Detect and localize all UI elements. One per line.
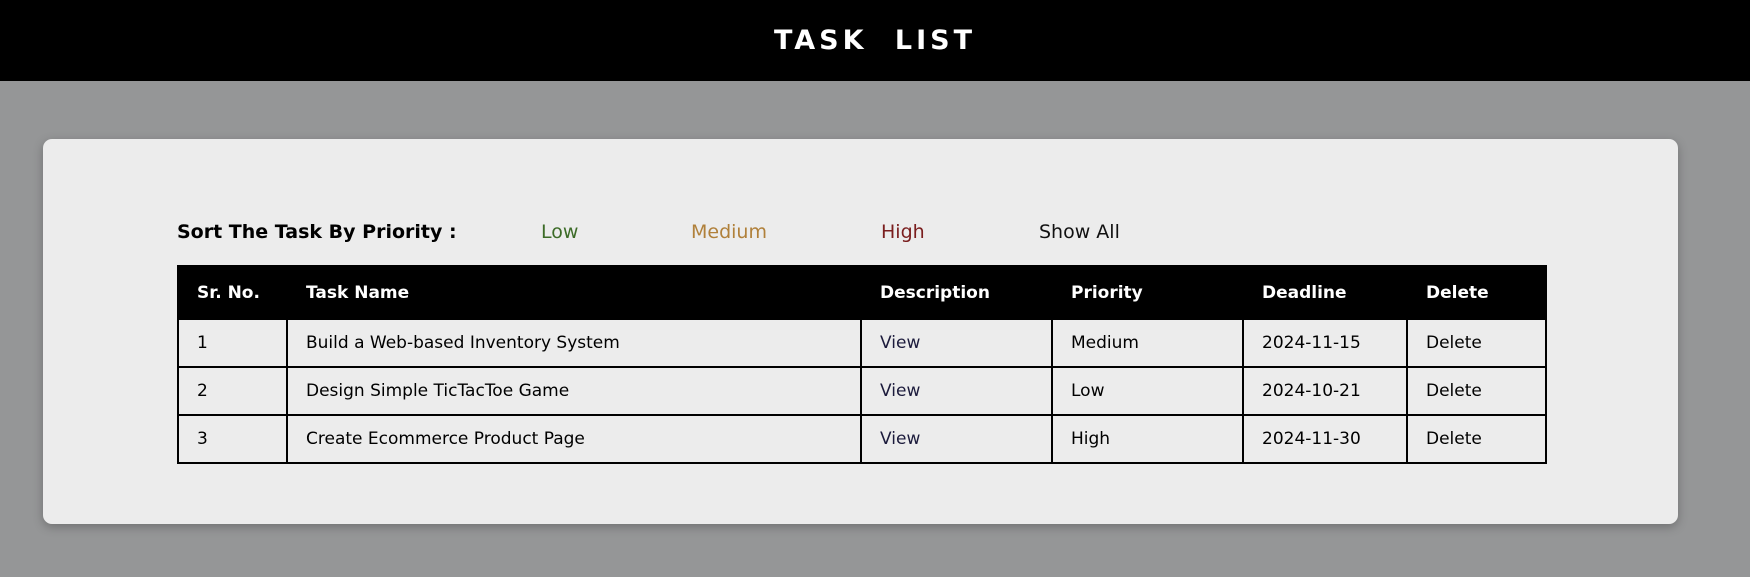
task-table: Sr. No. Task Name Description Priority D… bbox=[177, 265, 1547, 464]
cell-deadline: 2024-11-15 bbox=[1242, 318, 1408, 368]
sort-bar: Sort The Task By Priority : Low Medium H… bbox=[177, 217, 1377, 247]
cell-sr-no: 2 bbox=[177, 366, 288, 416]
view-description-link[interactable]: View bbox=[880, 381, 920, 401]
header-description: Description bbox=[860, 265, 1053, 320]
table-header-row: Sr. No. Task Name Description Priority D… bbox=[177, 265, 1547, 320]
header-delete: Delete bbox=[1406, 265, 1547, 320]
cell-priority: High bbox=[1051, 414, 1244, 464]
view-description-link[interactable]: View bbox=[880, 429, 920, 449]
delete-task-button[interactable]: Delete bbox=[1426, 381, 1482, 401]
header-priority: Priority bbox=[1051, 265, 1244, 320]
cell-priority: Low bbox=[1051, 366, 1244, 416]
cell-task-name: Design Simple TicTacToe Game bbox=[286, 366, 862, 416]
page-header: TASK LIST bbox=[0, 0, 1750, 81]
header-task-name: Task Name bbox=[286, 265, 862, 320]
sort-low-button[interactable]: Low bbox=[541, 217, 578, 247]
delete-task-button[interactable]: Delete bbox=[1426, 429, 1482, 449]
cell-task-name: Create Ecommerce Product Page bbox=[286, 414, 862, 464]
cell-sr-no: 1 bbox=[177, 318, 288, 368]
delete-task-button[interactable]: Delete bbox=[1426, 333, 1482, 353]
table-row: 2 Design Simple TicTacToe Game View Low … bbox=[177, 366, 1547, 416]
sort-label: Sort The Task By Priority : bbox=[177, 221, 457, 243]
table-row: 1 Build a Web-based Inventory System Vie… bbox=[177, 318, 1547, 368]
cell-deadline: 2024-11-30 bbox=[1242, 414, 1408, 464]
cell-priority: Medium bbox=[1051, 318, 1244, 368]
table-row: 3 Create Ecommerce Product Page View Hig… bbox=[177, 414, 1547, 464]
header-deadline: Deadline bbox=[1242, 265, 1408, 320]
sort-medium-button[interactable]: Medium bbox=[691, 217, 767, 247]
cell-task-name: Build a Web-based Inventory System bbox=[286, 318, 862, 368]
cell-deadline: 2024-10-21 bbox=[1242, 366, 1408, 416]
view-description-link[interactable]: View bbox=[880, 333, 920, 353]
sort-high-button[interactable]: High bbox=[881, 217, 925, 247]
page-title: TASK LIST bbox=[773, 25, 977, 56]
task-card: Sort The Task By Priority : Low Medium H… bbox=[43, 139, 1678, 524]
header-sr-no: Sr. No. bbox=[177, 265, 288, 320]
cell-sr-no: 3 bbox=[177, 414, 288, 464]
show-all-button[interactable]: Show All bbox=[1039, 217, 1120, 247]
